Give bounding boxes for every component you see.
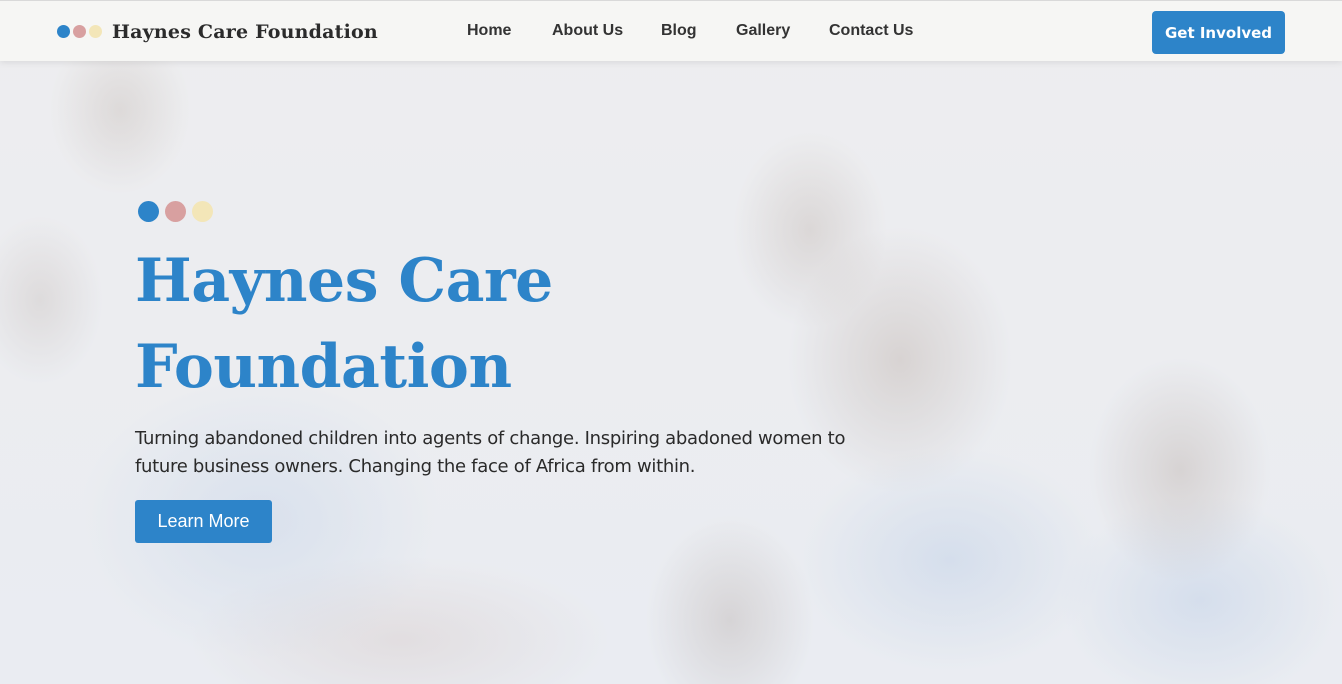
- brand-name: Haynes Care Foundation: [112, 20, 378, 43]
- hero-title: Haynes Care Foundation: [135, 238, 655, 410]
- nav-link-about-us[interactable]: About Us: [552, 22, 623, 40]
- logo-dot-pink: [73, 25, 86, 38]
- logo-dot-cream: [89, 25, 102, 38]
- learn-more-button[interactable]: Learn More: [135, 500, 272, 543]
- hero-dot-cream: [192, 201, 213, 222]
- hero-dot-pink: [165, 201, 186, 222]
- nav-link-home[interactable]: Home: [467, 22, 511, 40]
- hero-title-line-1: Haynes Care: [135, 246, 553, 316]
- get-involved-button[interactable]: Get Involved: [1152, 11, 1285, 54]
- logo-dot-blue: [57, 25, 70, 38]
- hero-subtitle: Turning abandoned children into agents o…: [135, 428, 846, 477]
- brand-logo[interactable]: Haynes Care Foundation: [57, 1, 378, 62]
- nav-link-gallery[interactable]: Gallery: [736, 22, 790, 40]
- hero-title-line-2: Foundation: [135, 332, 512, 402]
- hero-dot-blue: [138, 201, 159, 222]
- nav-link-blog[interactable]: Blog: [661, 22, 697, 40]
- logo-dots-icon: [57, 25, 102, 38]
- hero-dots-icon: [138, 201, 213, 222]
- nav-link-contact-us[interactable]: Contact Us: [829, 22, 913, 40]
- site-header: Haynes Care Foundation Home About Us Blo…: [0, 0, 1342, 61]
